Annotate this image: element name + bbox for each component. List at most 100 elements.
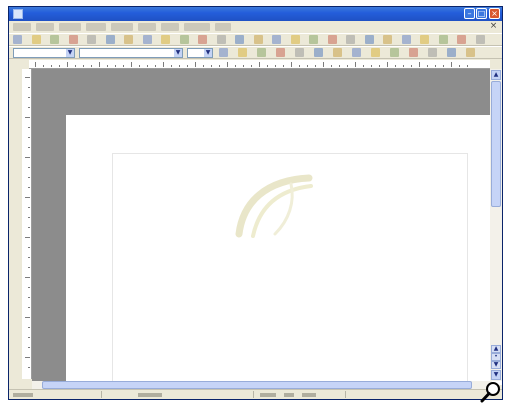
- menu-window[interactable]: [184, 23, 210, 31]
- nonprinting-characters-icon[interactable]: [438, 35, 448, 44]
- menu-file[interactable]: [13, 23, 31, 31]
- draw-functions-icon[interactable]: [346, 35, 355, 44]
- ruler-tick: [43, 65, 44, 67]
- navigator-icon[interactable]: •: [491, 353, 501, 361]
- font-color-icon[interactable]: [428, 48, 437, 57]
- cut-icon[interactable]: [198, 35, 207, 44]
- menu-format[interactable]: [111, 23, 133, 31]
- numbering-icon[interactable]: [352, 48, 361, 57]
- spellcheck-icon[interactable]: [161, 35, 170, 44]
- email-icon[interactable]: [68, 35, 78, 44]
- background-color-icon[interactable]: [466, 48, 475, 57]
- horizontal-scrollbar[interactable]: [32, 381, 492, 389]
- help-icon[interactable]: [475, 35, 485, 44]
- ruler-tick: [28, 257, 30, 258]
- paste-icon[interactable]: [235, 35, 244, 44]
- scroll-up-arrow-icon[interactable]: ▲: [491, 70, 501, 80]
- open-icon[interactable]: [31, 35, 41, 44]
- ruler-tick: [28, 107, 30, 108]
- align-left-icon[interactable]: [276, 48, 285, 57]
- table-icon[interactable]: [327, 35, 337, 44]
- document-close-icon[interactable]: ×: [489, 22, 498, 31]
- app-icon[interactable]: [13, 9, 23, 19]
- maximize-button[interactable]: □: [476, 8, 487, 19]
- previous-page-icon[interactable]: ▲: [491, 345, 501, 353]
- align-right-icon[interactable]: [314, 48, 323, 57]
- menu-table[interactable]: [138, 23, 156, 31]
- edit-file-icon[interactable]: [87, 35, 96, 44]
- font-name-value: [82, 49, 172, 57]
- title-bar[interactable]: – □ ×: [9, 7, 502, 21]
- status-style: [101, 391, 252, 398]
- increase-indent-icon[interactable]: [409, 48, 418, 57]
- scroll-down-arrow-icon[interactable]: ▼: [491, 370, 501, 380]
- ruler-tick: [28, 97, 30, 98]
- menu-edit[interactable]: [36, 23, 54, 31]
- ruler-tick: [25, 77, 30, 78]
- autospellcheck-icon[interactable]: [179, 35, 189, 44]
- horizontal-scroll-thumb[interactable]: [42, 381, 472, 389]
- status-insert-placeholder: [284, 393, 294, 397]
- ruler-tick: [28, 367, 30, 368]
- data-sources-icon[interactable]: [420, 35, 429, 44]
- print-icon[interactable]: [124, 35, 133, 44]
- format-paintbrush-icon[interactable]: [253, 35, 263, 44]
- menu-help[interactable]: [215, 23, 231, 31]
- gallery-icon[interactable]: [401, 35, 411, 44]
- vertical-scroll-thumb[interactable]: [491, 81, 501, 207]
- menu-tools[interactable]: [161, 23, 179, 31]
- text-boundary[interactable]: [112, 153, 468, 385]
- highlight-icon[interactable]: [447, 48, 456, 57]
- status-zoom[interactable]: [253, 391, 344, 398]
- print-preview-icon[interactable]: [142, 35, 152, 44]
- new-document-icon[interactable]: [13, 35, 22, 44]
- ruler-tick: [251, 65, 252, 67]
- chevron-down-icon[interactable]: ▼: [66, 49, 74, 57]
- zoom-icon[interactable]: [457, 35, 466, 44]
- bullets-icon[interactable]: [371, 48, 380, 57]
- justify-icon[interactable]: [333, 48, 342, 57]
- chevron-down-icon[interactable]: ▼: [204, 49, 212, 57]
- font-name-select[interactable]: ▼: [79, 48, 183, 58]
- underline-icon[interactable]: [257, 48, 266, 57]
- navigator-icon[interactable]: [383, 35, 392, 44]
- ruler-tick: [28, 307, 30, 308]
- decrease-indent-icon[interactable]: [390, 48, 399, 57]
- ruler-tick: [347, 65, 348, 67]
- paragraph-style-select[interactable]: ▼: [13, 48, 75, 58]
- copy-icon[interactable]: [216, 35, 226, 44]
- ruler-tick: [67, 62, 68, 67]
- horizontal-ruler[interactable]: [29, 60, 490, 69]
- close-button[interactable]: ×: [489, 8, 500, 19]
- minimize-button[interactable]: –: [464, 8, 475, 19]
- vertical-ruler[interactable]: [22, 69, 32, 379]
- menu-view[interactable]: [59, 23, 81, 31]
- ruler-tick: [35, 62, 36, 67]
- menu-bar: ×: [9, 21, 502, 33]
- italic-icon[interactable]: [238, 48, 247, 57]
- redo-icon[interactable]: [290, 35, 300, 44]
- paragraph-style-value: [16, 49, 64, 57]
- export-pdf-icon[interactable]: [105, 35, 115, 44]
- status-style-placeholder: [138, 393, 162, 397]
- menu-insert[interactable]: [86, 23, 106, 31]
- ruler-tick: [315, 65, 316, 67]
- font-size-select[interactable]: ▼: [187, 48, 213, 58]
- document-page[interactable]: [66, 115, 502, 385]
- ruler-tick: [235, 65, 236, 67]
- save-icon[interactable]: [50, 35, 59, 44]
- ruler-tick: [25, 357, 30, 358]
- vertical-scrollbar[interactable]: ▲ ▲ • ▼ ▼: [490, 69, 502, 381]
- ruler-tick: [28, 177, 30, 178]
- ruler-tick: [387, 62, 388, 67]
- undo-icon[interactable]: [272, 35, 281, 44]
- next-page-icon[interactable]: ▼: [491, 361, 501, 369]
- ruler-tick: [28, 127, 30, 128]
- ruler-tick: [259, 62, 260, 67]
- find-replace-icon[interactable]: [364, 35, 374, 44]
- hyperlink-icon[interactable]: [309, 35, 318, 44]
- chevron-down-icon[interactable]: ▼: [174, 49, 182, 57]
- ruler-tick: [403, 65, 404, 67]
- bold-icon[interactable]: [219, 48, 228, 57]
- align-center-icon[interactable]: [295, 48, 304, 57]
